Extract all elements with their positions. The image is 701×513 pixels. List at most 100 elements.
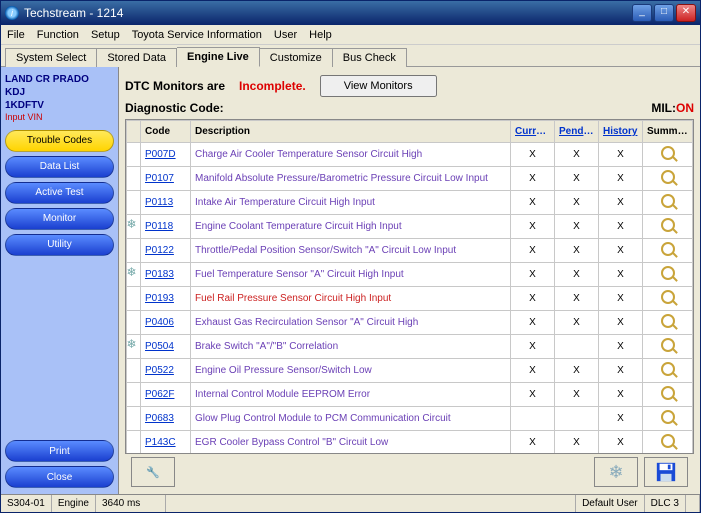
row-pending: X bbox=[555, 215, 599, 239]
view-monitors-button[interactable]: View Monitors bbox=[320, 75, 437, 97]
dtc-table-container[interactable]: Code Description Current Pending History… bbox=[125, 119, 694, 454]
tool-button[interactable]: 🔧 bbox=[131, 457, 175, 487]
dtc-code-link[interactable]: P0113 bbox=[145, 197, 173, 208]
row-summary[interactable] bbox=[643, 335, 693, 359]
snowflake-icon: ❄ bbox=[608, 462, 623, 483]
menu-setup[interactable]: Setup bbox=[91, 29, 120, 41]
row-summary[interactable] bbox=[643, 143, 693, 167]
dtc-code-link[interactable]: P0118 bbox=[145, 221, 173, 232]
table-row[interactable]: P0683Glow Plug Control Module to PCM Com… bbox=[127, 407, 693, 431]
row-history: X bbox=[599, 239, 643, 263]
table-row[interactable]: P0504Brake Switch "A"/"B" CorrelationXX bbox=[127, 335, 693, 359]
row-summary[interactable] bbox=[643, 359, 693, 383]
row-current: X bbox=[511, 167, 555, 191]
row-history: X bbox=[599, 335, 643, 359]
status-dlc: DLC 3 bbox=[645, 495, 686, 512]
dtc-code-link[interactable]: P007D bbox=[145, 149, 176, 160]
col-history[interactable]: History bbox=[599, 121, 643, 143]
menu-function[interactable]: Function bbox=[37, 29, 79, 41]
table-row[interactable]: P0522Engine Oil Pressure Sensor/Switch L… bbox=[127, 359, 693, 383]
trouble-codes-button[interactable]: Trouble Codes bbox=[5, 130, 114, 152]
print-button[interactable]: Print bbox=[5, 440, 114, 462]
save-button[interactable] bbox=[644, 457, 688, 487]
menu-help[interactable]: Help bbox=[309, 29, 332, 41]
table-row[interactable]: P0183Fuel Temperature Sensor "A" Circuit… bbox=[127, 263, 693, 287]
row-pending: X bbox=[555, 191, 599, 215]
dtc-code-link[interactable]: P0504 bbox=[145, 341, 174, 352]
menu-tsi[interactable]: Toyota Service Information bbox=[132, 29, 262, 41]
row-summary[interactable] bbox=[643, 167, 693, 191]
table-row[interactable]: P062F Internal Control Module EEPROM Erro… bbox=[127, 383, 693, 407]
table-row[interactable]: P007DCharge Air Cooler Temperature Senso… bbox=[127, 143, 693, 167]
tab-system-select[interactable]: System Select bbox=[5, 48, 97, 67]
row-summary[interactable] bbox=[643, 215, 693, 239]
table-row[interactable]: P0118Engine Coolant Temperature Circuit … bbox=[127, 215, 693, 239]
tab-bus-check[interactable]: Bus Check bbox=[333, 48, 407, 67]
row-summary[interactable] bbox=[643, 263, 693, 287]
magnify-icon bbox=[661, 170, 675, 184]
menu-file[interactable]: File bbox=[7, 29, 25, 41]
dtc-code-link[interactable]: P0193 bbox=[145, 293, 174, 304]
status-grip bbox=[686, 495, 700, 512]
row-current: X bbox=[511, 431, 555, 455]
col-pending[interactable]: Pending bbox=[555, 121, 599, 143]
mil-status: MIL:ON bbox=[651, 101, 694, 115]
tab-stored-data[interactable]: Stored Data bbox=[97, 48, 177, 67]
row-summary[interactable] bbox=[643, 287, 693, 311]
tab-engine-live[interactable]: Engine Live bbox=[177, 47, 260, 67]
row-history: X bbox=[599, 263, 643, 287]
row-code: P0183 bbox=[141, 263, 191, 287]
dtc-code-link[interactable]: P0122 bbox=[145, 245, 174, 256]
dtc-code-link[interactable]: P0183 bbox=[145, 269, 174, 280]
input-vin-link[interactable]: Input VIN bbox=[5, 112, 114, 124]
magnify-icon bbox=[661, 362, 675, 376]
table-row[interactable]: P0193Fuel Rail Pressure Sensor Circuit H… bbox=[127, 287, 693, 311]
table-row[interactable]: P0113Intake Air Temperature Circuit High… bbox=[127, 191, 693, 215]
dtc-code-link[interactable]: P0522 bbox=[145, 365, 174, 376]
row-description: Manifold Absolute Pressure/Barometric Pr… bbox=[191, 167, 511, 191]
maximize-button[interactable]: □ bbox=[654, 4, 674, 22]
row-pending bbox=[555, 407, 599, 431]
titlebar: i Techstream - 1214 _ □ ✕ bbox=[1, 1, 700, 25]
utility-button[interactable]: Utility bbox=[5, 234, 114, 256]
close-button[interactable]: Close bbox=[5, 466, 114, 488]
row-pending: X bbox=[555, 383, 599, 407]
row-summary[interactable] bbox=[643, 191, 693, 215]
dtc-code-link[interactable]: P0107 bbox=[145, 173, 174, 184]
row-summary[interactable] bbox=[643, 431, 693, 455]
dtc-code-link[interactable]: P0406 bbox=[145, 317, 174, 328]
dtc-code-link[interactable]: P143C bbox=[145, 437, 176, 448]
row-summary[interactable] bbox=[643, 407, 693, 431]
row-summary[interactable] bbox=[643, 311, 693, 335]
col-current[interactable]: Current bbox=[511, 121, 555, 143]
tab-customize[interactable]: Customize bbox=[260, 48, 333, 67]
row-summary[interactable] bbox=[643, 239, 693, 263]
table-row[interactable]: P0107 Manifold Absolute Pressure/Barometr… bbox=[127, 167, 693, 191]
active-test-button[interactable]: Active Test bbox=[5, 182, 114, 204]
snowflake-icon bbox=[129, 340, 139, 350]
row-current: X bbox=[511, 383, 555, 407]
bottom-toolbar: 🔧 ❄ bbox=[125, 454, 694, 490]
table-row[interactable]: P0406Exhaust Gas Recirculation Sensor "A… bbox=[127, 311, 693, 335]
row-flag bbox=[127, 191, 141, 215]
table-row[interactable]: P143CEGR Cooler Bypass Control "B" Circu… bbox=[127, 431, 693, 455]
row-current: X bbox=[511, 335, 555, 359]
vehicle-info: LAND CR PRADO KDJ 1KDFTV Input VIN bbox=[5, 73, 114, 124]
close-window-button[interactable]: ✕ bbox=[676, 4, 696, 22]
dtc-code-link[interactable]: P062F bbox=[145, 389, 174, 400]
data-list-button[interactable]: Data List bbox=[5, 156, 114, 178]
row-code: P007D bbox=[141, 143, 191, 167]
row-summary[interactable] bbox=[643, 383, 693, 407]
row-flag bbox=[127, 239, 141, 263]
dtc-code-link[interactable]: P0683 bbox=[145, 413, 174, 424]
table-row[interactable]: P0122Throttle/Pedal Position Sensor/Swit… bbox=[127, 239, 693, 263]
floppy-icon bbox=[655, 461, 677, 483]
freeze-button[interactable]: ❄ bbox=[594, 457, 638, 487]
magnify-icon bbox=[661, 218, 675, 232]
menu-user[interactable]: User bbox=[274, 29, 297, 41]
monitor-button[interactable]: Monitor bbox=[5, 208, 114, 230]
vehicle-line1: LAND CR PRADO bbox=[5, 73, 114, 86]
col-summary: Summary bbox=[643, 121, 693, 143]
row-description: Internal Control Module EEPROM Error bbox=[191, 383, 511, 407]
minimize-button[interactable]: _ bbox=[632, 4, 652, 22]
